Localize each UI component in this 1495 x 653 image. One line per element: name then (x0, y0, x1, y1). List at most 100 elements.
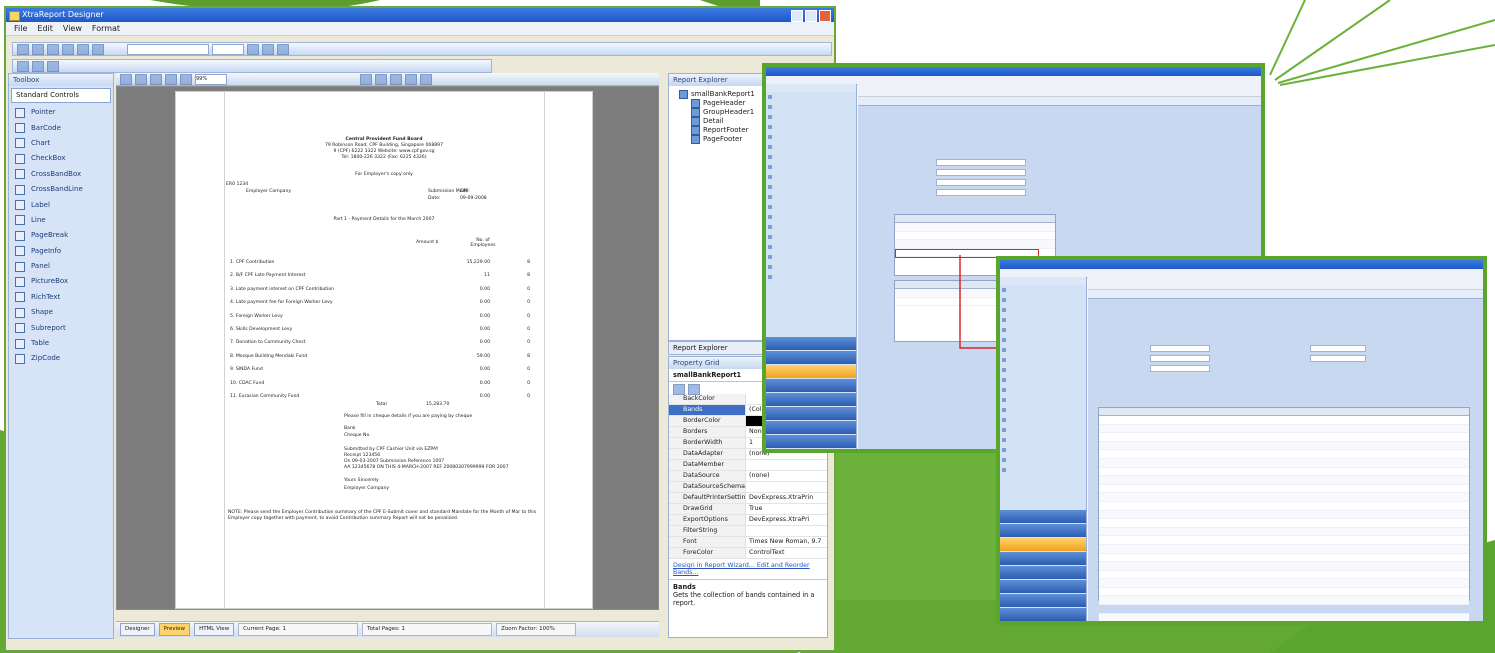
grid-row[interactable] (1099, 554, 1469, 563)
grid-row[interactable] (1099, 424, 1469, 434)
font-name-box[interactable] (127, 43, 209, 55)
sub-field[interactable] (936, 159, 1026, 166)
toolbox-item[interactable]: PageInfo (9, 244, 113, 259)
property-row[interactable]: ExportOptions DevExpress.XtraPri (669, 515, 827, 526)
toolbox-group-standard[interactable]: Standard Controls (11, 88, 111, 103)
nav-item[interactable] (1000, 365, 1086, 375)
grid-row[interactable] (1099, 416, 1469, 425)
nav-item[interactable] (766, 232, 856, 242)
property-value[interactable]: Times New Roman, 9.7 (746, 537, 827, 547)
property-value[interactable]: True (746, 504, 827, 514)
toolbox-item[interactable]: CrossBandBox (9, 167, 113, 182)
grid-row[interactable] (1099, 613, 1469, 621)
zoom-box[interactable]: 99% (195, 73, 227, 85)
nav-item[interactable] (766, 272, 856, 282)
toolbox-item[interactable]: RichText (9, 290, 113, 305)
nav-button[interactable] (1000, 608, 1086, 621)
nav-item[interactable] (1000, 315, 1086, 325)
nav-button[interactable] (766, 435, 856, 448)
new-icon[interactable] (17, 43, 29, 55)
prev-page-icon[interactable] (375, 73, 387, 85)
nav-button[interactable] (766, 351, 856, 364)
grid-row[interactable] (1099, 493, 1469, 502)
grid-row[interactable] (1099, 562, 1469, 571)
property-value[interactable] (746, 526, 827, 536)
grid-row[interactable] (1099, 605, 1469, 614)
nav-item[interactable] (1000, 415, 1086, 425)
sub-field[interactable] (1310, 355, 1366, 362)
sub-field[interactable] (936, 169, 1026, 176)
last-page-icon[interactable] (405, 73, 417, 85)
property-row[interactable]: DataSourceSchema (669, 482, 827, 493)
menu-view[interactable]: View (63, 22, 82, 35)
nav-item[interactable] (1000, 395, 1086, 405)
property-row[interactable]: ForeColor ControlText (669, 548, 827, 559)
nav-button[interactable] (1000, 566, 1086, 579)
nav-item[interactable] (1000, 355, 1086, 365)
grid-row[interactable] (1099, 588, 1469, 597)
grid-row[interactable] (895, 232, 1055, 241)
grid-row[interactable] (1099, 441, 1469, 451)
property-value[interactable]: ControlText (746, 548, 827, 558)
toolbox-item[interactable]: Line (9, 213, 113, 228)
grid-row[interactable] (1099, 468, 1469, 477)
grid-row[interactable] (1099, 596, 1469, 606)
grid-row[interactable] (1099, 510, 1469, 520)
copy-icon[interactable] (77, 43, 89, 55)
nav-item[interactable] (1000, 445, 1086, 455)
toolbox-item[interactable]: Panel (9, 259, 113, 274)
underline-icon[interactable] (277, 43, 289, 55)
toolbox-item[interactable]: Subreport (9, 320, 113, 335)
nav-button[interactable] (766, 421, 856, 434)
first-page-icon[interactable] (360, 73, 372, 85)
property-links[interactable]: Design in Report Wizard... Edit and Reor… (669, 559, 827, 579)
nav-item[interactable] (1000, 385, 1086, 395)
toolbox-item[interactable]: Pointer (9, 105, 113, 120)
nav-item[interactable] (1000, 375, 1086, 385)
nav-item[interactable] (766, 102, 856, 112)
report-canvas[interactable]: Central Provident Fund Board 79 Robinson… (116, 86, 659, 610)
toolbox-item[interactable]: Label (9, 197, 113, 212)
maximize-icon[interactable] (805, 10, 817, 22)
align-right-icon[interactable] (47, 60, 59, 72)
nav-item[interactable] (766, 112, 856, 122)
nav-item[interactable] (766, 192, 856, 202)
nav-item[interactable] (766, 252, 856, 262)
toolbox-item[interactable]: Shape (9, 305, 113, 320)
property-row[interactable]: Font Times New Roman, 9.7 (669, 537, 827, 548)
sub-field[interactable] (1150, 365, 1210, 372)
nav-item[interactable] (766, 202, 856, 212)
nav-item[interactable] (766, 92, 856, 102)
grid-row[interactable] (1099, 458, 1469, 468)
nav-item[interactable] (1000, 295, 1086, 305)
minimize-icon[interactable] (791, 10, 803, 22)
nav-item[interactable] (1000, 285, 1086, 295)
align-center-icon[interactable] (32, 60, 44, 72)
sub-field[interactable] (936, 179, 1026, 186)
grid-row[interactable] (1099, 433, 1469, 442)
sub-grid-2[interactable] (894, 280, 1006, 342)
nav-item[interactable] (766, 162, 856, 172)
grid-row[interactable] (1099, 519, 1469, 528)
grid-row[interactable] (1099, 571, 1469, 580)
nav-item[interactable] (1000, 345, 1086, 355)
align-left-icon[interactable] (17, 60, 29, 72)
nav-button[interactable] (766, 379, 856, 392)
property-row[interactable]: DrawGrid True (669, 504, 827, 515)
nav-item[interactable] (1000, 405, 1086, 415)
nav-button[interactable] (1000, 552, 1086, 565)
nav-item[interactable] (766, 182, 856, 192)
print-icon[interactable] (120, 73, 132, 85)
property-value[interactable]: (none) (746, 471, 827, 481)
nav-item[interactable] (1000, 325, 1086, 335)
property-value[interactable]: DevExpress.XtraPri (746, 515, 827, 525)
nav-button[interactable] (766, 337, 856, 350)
grid-row[interactable] (1099, 485, 1469, 494)
nav-item[interactable] (766, 222, 856, 232)
nav-item[interactable] (766, 132, 856, 142)
property-row[interactable]: DataSource (none) (669, 471, 827, 482)
grid-row[interactable] (895, 223, 1055, 232)
zoom-in-icon[interactable] (165, 73, 177, 85)
page-setup-icon[interactable] (135, 73, 147, 85)
open-icon[interactable] (32, 43, 44, 55)
